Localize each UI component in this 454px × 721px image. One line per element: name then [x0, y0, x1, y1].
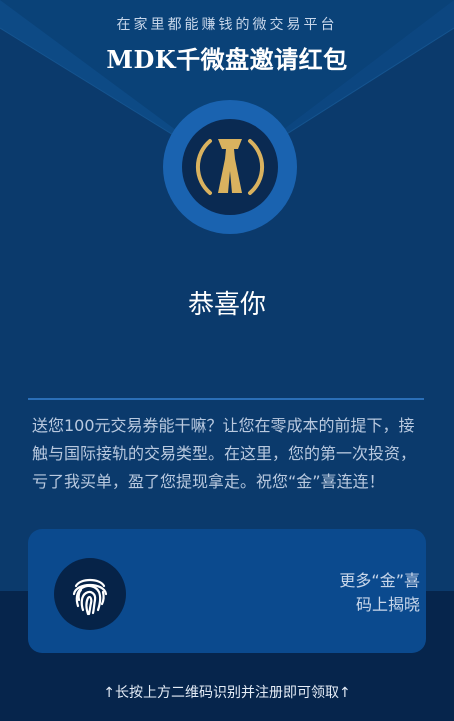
logo-badge	[163, 100, 297, 234]
fingerprint-icon	[72, 578, 108, 616]
congrats-heading: 恭喜你	[187, 290, 266, 320]
gold-trophy-logo-icon	[195, 139, 265, 195]
fingerprint-button[interactable]	[54, 558, 126, 630]
qr-card[interactable]: 更多“金”喜 码上揭晓	[28, 529, 426, 653]
logo-badge-inner	[182, 119, 278, 215]
card-caption-line1: 更多“金”喜	[339, 571, 420, 590]
card-caption-line2: 码上揭晓	[355, 595, 420, 614]
footer-hint: ↑长按上方二维码识别并注册即可领取↑	[103, 685, 351, 701]
invite-page: 在家里都能赚钱的微交易平台 MDK千微盘邀请红包 恭喜你 送您100元交易券能干…	[0, 0, 454, 721]
platform-subtitle: 在家里都能赚钱的微交易平台	[116, 17, 338, 33]
invite-message: 送您100元交易券能干嘛？让您在零成本的前提下，接触与国际接轨的交易类型。在这里…	[32, 416, 417, 491]
divider	[28, 398, 424, 400]
page-title: MDK千微盘邀请红包	[106, 45, 348, 74]
card-caption: 更多“金”喜 码上揭晓	[270, 569, 420, 617]
